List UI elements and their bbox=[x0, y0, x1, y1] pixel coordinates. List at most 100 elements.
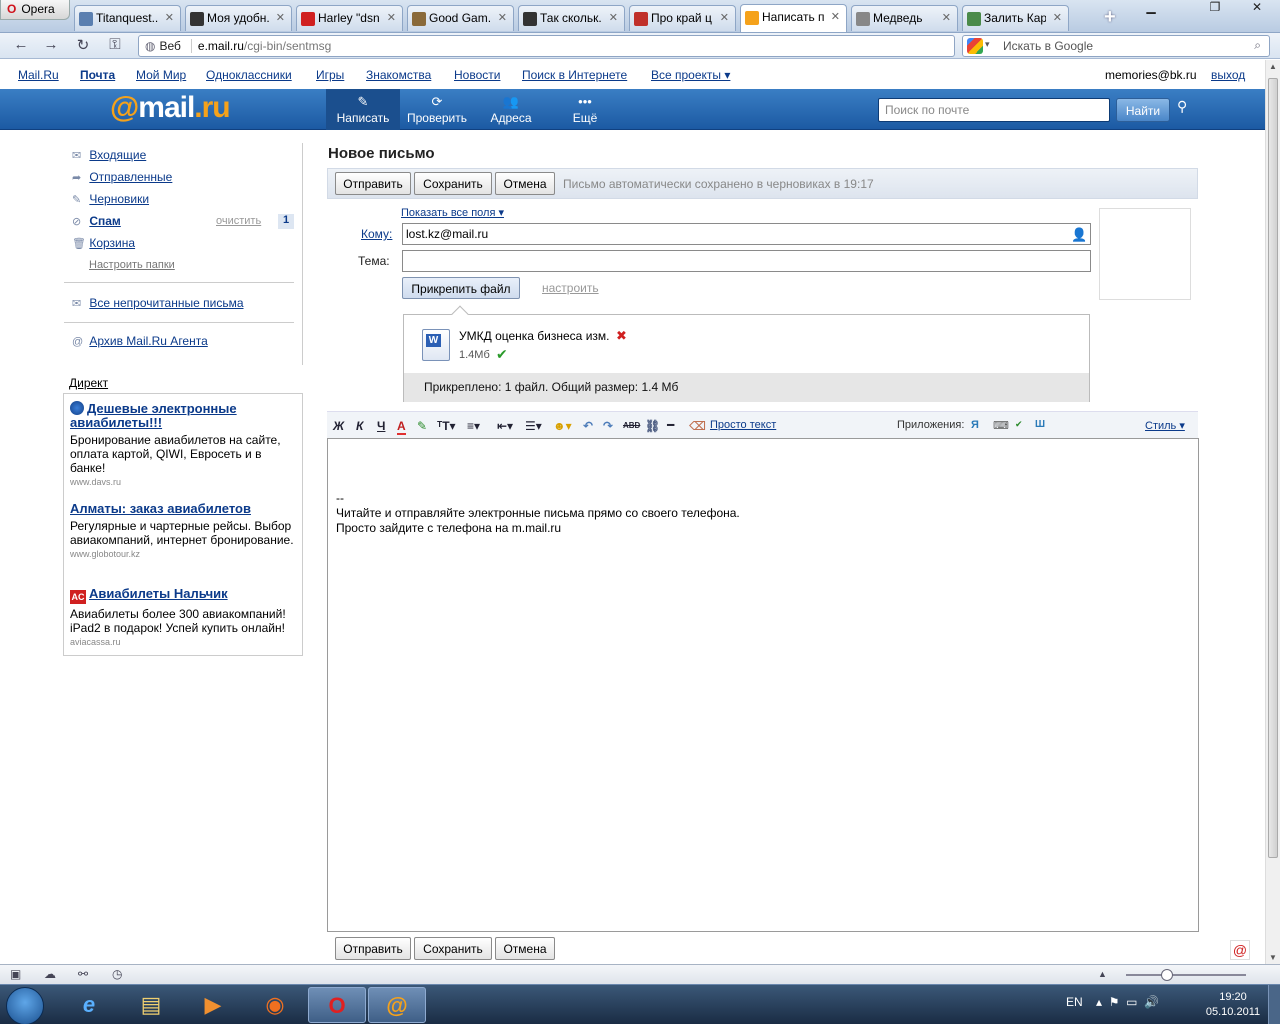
check-mail-button[interactable]: ⟳ Проверить bbox=[400, 89, 474, 130]
mail-agent-taskbar-icon[interactable]: @ bbox=[368, 987, 426, 1023]
eraser-icon[interactable]: ⌫ bbox=[689, 419, 706, 433]
folder-trash[interactable]: 🗑 Корзина bbox=[72, 236, 135, 250]
search-icon[interactable]: ⌕ bbox=[1254, 38, 1261, 53]
key-icon[interactable]: ⚿ bbox=[104, 36, 126, 56]
back-arrow-icon[interactable]: ← bbox=[10, 36, 32, 56]
direct-title[interactable]: Директ bbox=[69, 376, 108, 390]
highlight-icon[interactable]: ✎ bbox=[417, 419, 427, 433]
display-icon[interactable]: ▭ bbox=[1126, 995, 1137, 1009]
smiley-icon[interactable]: ☻▾ bbox=[553, 419, 572, 433]
portal-link-games[interactable]: Игры bbox=[316, 68, 344, 82]
portal-link-news[interactable]: Новости bbox=[454, 68, 500, 82]
strikethrough-icon[interactable]: ABD bbox=[623, 421, 640, 430]
close-tab-icon[interactable]: ✕ bbox=[387, 11, 396, 24]
close-tab-icon[interactable]: ✕ bbox=[1053, 11, 1062, 24]
volume-icon[interactable]: 🔊 bbox=[1144, 995, 1159, 1009]
drafts-link[interactable]: черновиках bbox=[766, 177, 830, 191]
unite-icon[interactable]: ☁ bbox=[44, 967, 56, 981]
zoom-slider[interactable] bbox=[1126, 974, 1246, 976]
more-button[interactable]: ••• Ещё bbox=[548, 89, 622, 130]
advanced-search-icon[interactable]: ⚲ bbox=[1177, 98, 1187, 115]
mail-agent-icon[interactable]: @ bbox=[1230, 940, 1250, 960]
share-icon[interactable]: ⚯ bbox=[78, 967, 88, 981]
plain-text-link[interactable]: Просто текст bbox=[710, 419, 776, 431]
ad-item[interactable]: Дешевые электронные авиабилеты!!! Бронир… bbox=[70, 401, 300, 487]
bold-icon[interactable]: Ж bbox=[333, 419, 344, 433]
close-tab-icon[interactable]: ✕ bbox=[498, 11, 507, 24]
folder-sent[interactable]: ➦ Отправленные bbox=[72, 170, 172, 184]
portal-link-search[interactable]: Поиск в Интернете bbox=[522, 68, 627, 82]
show-all-fields-link[interactable]: Показать все поля ▾ bbox=[401, 206, 504, 219]
explorer-folder-icon[interactable]: ▤ bbox=[122, 987, 180, 1023]
folder-spam[interactable]: ⊘ Спам очистить 1 bbox=[72, 214, 294, 229]
portal-link-mailru[interactable]: Mail.Ru bbox=[18, 68, 59, 82]
restore-icon[interactable]: ❐ bbox=[1200, 0, 1230, 18]
agent-archive-link[interactable]: @ Архив Mail.Ru Агента bbox=[72, 334, 208, 348]
horizontal-rule-icon[interactable]: ━ bbox=[667, 418, 674, 432]
portal-link-dating[interactable]: Знакомства bbox=[366, 68, 431, 82]
send-button[interactable]: Отправить bbox=[335, 937, 411, 960]
undo-icon[interactable]: ↶ bbox=[583, 419, 593, 433]
panel-toggle-icon[interactable]: ▣ bbox=[10, 967, 21, 981]
mail-search-input[interactable]: Поиск по почте bbox=[878, 98, 1110, 122]
browser-tab[interactable]: Harley "dsn...✕ bbox=[296, 5, 403, 31]
send-button[interactable]: Отправить bbox=[335, 172, 411, 195]
windows-start-icon[interactable] bbox=[6, 987, 44, 1024]
link-icon[interactable]: ⛓ bbox=[645, 419, 660, 433]
portal-link-all-projects[interactable]: Все проекты ▾ bbox=[651, 68, 730, 82]
close-window-icon[interactable]: ✕ bbox=[1242, 0, 1272, 18]
setup-link[interactable]: настроить bbox=[542, 281, 599, 295]
list-icon[interactable]: ☰▾ bbox=[525, 419, 542, 433]
new-tab-button[interactable]: + bbox=[1104, 6, 1116, 29]
chevron-down-icon[interactable]: ▾ bbox=[985, 39, 990, 50]
to-label[interactable]: Кому: bbox=[361, 227, 392, 241]
close-tab-icon[interactable]: ✕ bbox=[165, 11, 174, 24]
forward-arrow-icon[interactable]: → bbox=[40, 36, 62, 56]
spam-clear-link[interactable]: очистить bbox=[216, 215, 261, 227]
indent-icon[interactable]: ⇤▾ bbox=[497, 419, 513, 433]
compose-button[interactable]: ✎ Написать bbox=[326, 89, 400, 130]
google-search-field[interactable]: ▾ Искать в Google ⌕ bbox=[962, 35, 1270, 57]
addresses-button[interactable]: 👥 Адреса bbox=[474, 89, 548, 130]
portal-link-odnoklassniki[interactable]: Одноклассники bbox=[206, 68, 292, 82]
browser-tab[interactable]: Titanquest... ✕ bbox=[74, 5, 181, 31]
close-tab-icon[interactable]: ✕ bbox=[831, 10, 840, 23]
browser-tab[interactable]: Good Gam... ✕ bbox=[407, 5, 514, 31]
subject-field[interactable] bbox=[402, 250, 1091, 272]
attach-file-button[interactable]: Прикрепить файл bbox=[402, 277, 520, 299]
language-indicator[interactable]: EN bbox=[1066, 995, 1083, 1009]
spellcheck-icon[interactable]: ✔ bbox=[1015, 419, 1023, 430]
close-tab-icon[interactable]: ✕ bbox=[942, 11, 951, 24]
browser-tab[interactable]: Медведь ✕ bbox=[851, 5, 958, 31]
find-button[interactable]: Найти bbox=[1116, 98, 1170, 122]
browser-tab[interactable]: Моя удобн...✕ bbox=[185, 5, 292, 31]
cancel-button[interactable]: Отмена bbox=[495, 172, 555, 195]
save-button[interactable]: Сохранить bbox=[414, 937, 492, 960]
browser-tab[interactable]: Так скольк... ✕ bbox=[518, 5, 625, 31]
align-icon[interactable]: ≡▾ bbox=[467, 419, 480, 433]
keyboard-icon[interactable]: ⌨ bbox=[993, 419, 1009, 432]
close-tab-icon[interactable]: ✕ bbox=[609, 11, 618, 24]
portal-link-myworld[interactable]: Мой Мир bbox=[136, 68, 186, 82]
opera-menu-button[interactable]: O Opera bbox=[0, 0, 70, 20]
address-book-icon[interactable]: 👤 bbox=[1071, 227, 1087, 243]
chevron-up-icon[interactable]: ▴ bbox=[1096, 995, 1102, 1009]
save-button[interactable]: Сохранить bbox=[414, 172, 492, 195]
turbo-icon[interactable]: ◷ bbox=[112, 967, 122, 981]
to-field[interactable]: lost.kz@mail.ru bbox=[402, 223, 1091, 245]
underline-icon[interactable]: Ч bbox=[377, 419, 385, 433]
browser-tab[interactable]: Залить Кар...✕ bbox=[962, 5, 1069, 31]
minimize-icon[interactable]: ▁ bbox=[1136, 0, 1166, 18]
opera-taskbar-icon[interactable]: O bbox=[308, 987, 366, 1023]
style-link[interactable]: Стиль ▾ bbox=[1145, 419, 1185, 432]
page-scrollbar[interactable]: ▲ ▼ bbox=[1265, 60, 1280, 964]
chevron-up-icon[interactable]: ▲ bbox=[1098, 969, 1107, 979]
font-size-icon[interactable]: ᵀT▾ bbox=[437, 419, 456, 433]
close-tab-icon[interactable]: ✕ bbox=[720, 11, 729, 24]
show-desktop-button[interactable] bbox=[1268, 985, 1280, 1024]
translit-icon[interactable]: Ш bbox=[1035, 419, 1045, 430]
portal-link-mail[interactable]: Почта bbox=[80, 68, 115, 82]
mailru-logo[interactable]: @mail.ru bbox=[110, 91, 231, 125]
ad-item[interactable]: AC Авиабилеты Нальчик Авиабилеты более 30… bbox=[70, 587, 300, 647]
cancel-button[interactable]: Отмена bbox=[495, 937, 555, 960]
